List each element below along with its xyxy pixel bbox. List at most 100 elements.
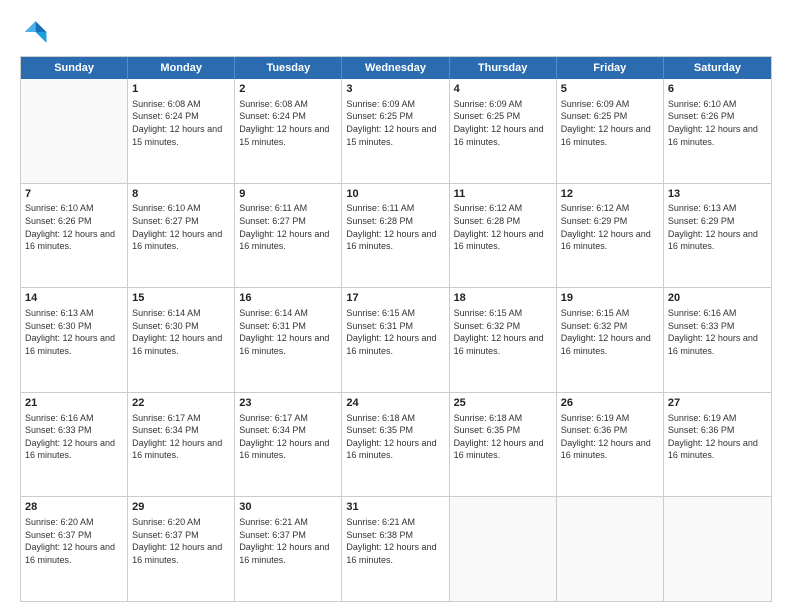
- sunset-label: Sunset: 6:24 PM: [132, 111, 199, 121]
- calendar-cell: 28 Sunrise: 6:20 AM Sunset: 6:37 PM Dayl…: [21, 497, 128, 601]
- day-number: 17: [346, 291, 444, 306]
- day-number: 22: [132, 396, 230, 411]
- daylight-label: Daylight: 12 hours and 16 minutes.: [239, 333, 329, 356]
- calendar-cell: 20 Sunrise: 6:16 AM Sunset: 6:33 PM Dayl…: [664, 288, 771, 392]
- cell-info: Sunrise: 6:20 AM Sunset: 6:37 PM Dayligh…: [25, 516, 123, 566]
- header: [20, 18, 772, 46]
- sunrise-label: Sunrise: 6:08 AM: [132, 99, 201, 109]
- sunset-label: Sunset: 6:36 PM: [668, 425, 735, 435]
- sunrise-label: Sunrise: 6:15 AM: [561, 308, 630, 318]
- sunrise-label: Sunrise: 6:11 AM: [346, 203, 414, 213]
- sunset-label: Sunset: 6:32 PM: [454, 321, 521, 331]
- sunrise-label: Sunrise: 6:16 AM: [25, 413, 94, 423]
- cell-info: Sunrise: 6:15 AM Sunset: 6:32 PM Dayligh…: [454, 307, 552, 357]
- calendar-cell: 3 Sunrise: 6:09 AM Sunset: 6:25 PM Dayli…: [342, 79, 449, 183]
- page: SundayMondayTuesdayWednesdayThursdayFrid…: [0, 0, 792, 612]
- cell-info: Sunrise: 6:13 AM Sunset: 6:30 PM Dayligh…: [25, 307, 123, 357]
- cell-info: Sunrise: 6:08 AM Sunset: 6:24 PM Dayligh…: [132, 98, 230, 148]
- daylight-label: Daylight: 12 hours and 16 minutes.: [561, 333, 651, 356]
- day-number: 20: [668, 291, 767, 306]
- weekday-header: Thursday: [450, 57, 557, 79]
- calendar-header: SundayMondayTuesdayWednesdayThursdayFrid…: [21, 57, 771, 79]
- daylight-label: Daylight: 12 hours and 15 minutes.: [239, 124, 329, 147]
- daylight-label: Daylight: 12 hours and 16 minutes.: [454, 438, 544, 461]
- sunset-label: Sunset: 6:31 PM: [239, 321, 306, 331]
- daylight-label: Daylight: 12 hours and 16 minutes.: [25, 333, 115, 356]
- day-number: 3: [346, 82, 444, 97]
- cell-info: Sunrise: 6:08 AM Sunset: 6:24 PM Dayligh…: [239, 98, 337, 148]
- sunset-label: Sunset: 6:30 PM: [132, 321, 199, 331]
- sunrise-label: Sunrise: 6:09 AM: [346, 99, 415, 109]
- sunrise-label: Sunrise: 6:14 AM: [132, 308, 201, 318]
- sunrise-label: Sunrise: 6:11 AM: [239, 203, 307, 213]
- weekday-header: Saturday: [664, 57, 771, 79]
- cell-info: Sunrise: 6:10 AM Sunset: 6:27 PM Dayligh…: [132, 202, 230, 252]
- daylight-label: Daylight: 12 hours and 16 minutes.: [132, 542, 222, 565]
- cell-info: Sunrise: 6:14 AM Sunset: 6:30 PM Dayligh…: [132, 307, 230, 357]
- sunset-label: Sunset: 6:29 PM: [668, 216, 735, 226]
- sunset-label: Sunset: 6:27 PM: [239, 216, 306, 226]
- weekday-header: Sunday: [21, 57, 128, 79]
- day-number: 24: [346, 396, 444, 411]
- sunrise-label: Sunrise: 6:20 AM: [132, 517, 201, 527]
- day-number: 18: [454, 291, 552, 306]
- daylight-label: Daylight: 12 hours and 16 minutes.: [132, 229, 222, 252]
- calendar-cell: 21 Sunrise: 6:16 AM Sunset: 6:33 PM Dayl…: [21, 393, 128, 497]
- sunrise-label: Sunrise: 6:12 AM: [454, 203, 523, 213]
- sunset-label: Sunset: 6:37 PM: [239, 530, 306, 540]
- cell-info: Sunrise: 6:19 AM Sunset: 6:36 PM Dayligh…: [668, 412, 767, 462]
- calendar-cell: 24 Sunrise: 6:18 AM Sunset: 6:35 PM Dayl…: [342, 393, 449, 497]
- sunset-label: Sunset: 6:25 PM: [561, 111, 628, 121]
- daylight-label: Daylight: 12 hours and 16 minutes.: [346, 229, 436, 252]
- day-number: 30: [239, 500, 337, 515]
- sunrise-label: Sunrise: 6:09 AM: [561, 99, 630, 109]
- cell-info: Sunrise: 6:10 AM Sunset: 6:26 PM Dayligh…: [668, 98, 767, 148]
- calendar-cell: 13 Sunrise: 6:13 AM Sunset: 6:29 PM Dayl…: [664, 184, 771, 288]
- daylight-label: Daylight: 12 hours and 16 minutes.: [346, 333, 436, 356]
- day-number: 15: [132, 291, 230, 306]
- cell-info: Sunrise: 6:10 AM Sunset: 6:26 PM Dayligh…: [25, 202, 123, 252]
- daylight-label: Daylight: 12 hours and 16 minutes.: [668, 229, 758, 252]
- daylight-label: Daylight: 12 hours and 16 minutes.: [132, 438, 222, 461]
- cell-info: Sunrise: 6:20 AM Sunset: 6:37 PM Dayligh…: [132, 516, 230, 566]
- day-number: 13: [668, 187, 767, 202]
- weekday-header: Monday: [128, 57, 235, 79]
- day-number: 9: [239, 187, 337, 202]
- sunset-label: Sunset: 6:28 PM: [454, 216, 521, 226]
- day-number: 28: [25, 500, 123, 515]
- daylight-label: Daylight: 12 hours and 16 minutes.: [454, 333, 544, 356]
- daylight-label: Daylight: 12 hours and 16 minutes.: [239, 542, 329, 565]
- daylight-label: Daylight: 12 hours and 16 minutes.: [346, 438, 436, 461]
- sunrise-label: Sunrise: 6:14 AM: [239, 308, 308, 318]
- daylight-label: Daylight: 12 hours and 16 minutes.: [668, 438, 758, 461]
- calendar-cell: 12 Sunrise: 6:12 AM Sunset: 6:29 PM Dayl…: [557, 184, 664, 288]
- sunset-label: Sunset: 6:26 PM: [668, 111, 735, 121]
- calendar-cell: 10 Sunrise: 6:11 AM Sunset: 6:28 PM Dayl…: [342, 184, 449, 288]
- sunset-label: Sunset: 6:27 PM: [132, 216, 199, 226]
- sunset-label: Sunset: 6:33 PM: [25, 425, 92, 435]
- day-number: 29: [132, 500, 230, 515]
- cell-info: Sunrise: 6:11 AM Sunset: 6:27 PM Dayligh…: [239, 202, 337, 252]
- sunset-label: Sunset: 6:37 PM: [132, 530, 199, 540]
- calendar-cell: 4 Sunrise: 6:09 AM Sunset: 6:25 PM Dayli…: [450, 79, 557, 183]
- cell-info: Sunrise: 6:11 AM Sunset: 6:28 PM Dayligh…: [346, 202, 444, 252]
- day-number: 25: [454, 396, 552, 411]
- sunrise-label: Sunrise: 6:19 AM: [561, 413, 630, 423]
- sunrise-label: Sunrise: 6:08 AM: [239, 99, 308, 109]
- cell-info: Sunrise: 6:15 AM Sunset: 6:31 PM Dayligh…: [346, 307, 444, 357]
- sunrise-label: Sunrise: 6:19 AM: [668, 413, 737, 423]
- sunset-label: Sunset: 6:37 PM: [25, 530, 92, 540]
- cell-info: Sunrise: 6:18 AM Sunset: 6:35 PM Dayligh…: [454, 412, 552, 462]
- day-number: 8: [132, 187, 230, 202]
- weekday-header: Friday: [557, 57, 664, 79]
- day-number: 16: [239, 291, 337, 306]
- cell-info: Sunrise: 6:12 AM Sunset: 6:29 PM Dayligh…: [561, 202, 659, 252]
- cell-info: Sunrise: 6:21 AM Sunset: 6:38 PM Dayligh…: [346, 516, 444, 566]
- calendar-cell: 23 Sunrise: 6:17 AM Sunset: 6:34 PM Dayl…: [235, 393, 342, 497]
- sunrise-label: Sunrise: 6:20 AM: [25, 517, 94, 527]
- sunrise-label: Sunrise: 6:10 AM: [668, 99, 737, 109]
- sunrise-label: Sunrise: 6:16 AM: [668, 308, 737, 318]
- sunset-label: Sunset: 6:34 PM: [132, 425, 199, 435]
- calendar-cell: [450, 497, 557, 601]
- day-number: 2: [239, 82, 337, 97]
